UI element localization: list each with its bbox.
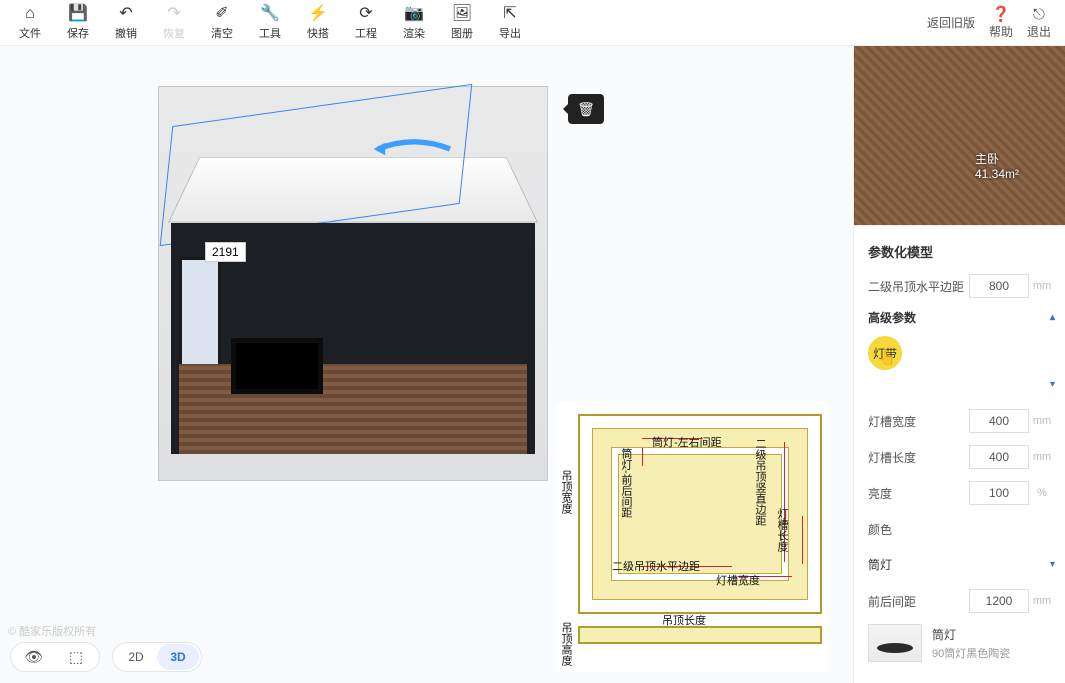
room-name: 主卧 [975,152,999,166]
slot-width-input[interactable] [969,409,1029,433]
dia-label-lr: 筒灯-左右间距 [652,434,722,450]
fb-spacing-input[interactable] [969,589,1029,613]
redo-icon: ↷ [167,5,180,23]
advanced-params-header[interactable]: 高级参数▴ [868,309,1055,326]
exit-button[interactable]: ⎋退出 [1027,6,1051,40]
quickbuild-button[interactable]: ⚡快搭 [294,2,342,44]
slot-length-label: 灯槽长度 [868,449,969,466]
dia-label-fb: 筒灯-前后间距 [618,448,634,518]
watermark: © 酷家乐版权所有 [8,623,96,639]
undo-button[interactable]: ↶撤销 [102,2,150,44]
delete-button[interactable]: 🗑 [568,94,604,124]
album-button[interactable]: 🖼图册 [438,2,486,44]
3d-canvas[interactable]: 2191 🗑 吊顶宽度 筒灯-左右间距 筒灯-前后间距 二级吊顶水平边距 二级吊… [0,46,853,683]
dia-label-width: 吊顶宽度 [558,470,574,514]
home-icon: ⌂ [25,5,35,23]
undo-icon: ↶ [119,5,132,23]
back-old-version-link[interactable]: 返回旧版 [927,14,975,31]
param-hmargin-label: 二级吊顶水平边距 [868,278,969,295]
dia-label-slotw: 灯槽宽度 [716,572,760,588]
ceiling-diagram: 吊顶宽度 筒灯-左右间距 筒灯-前后间距 二级吊顶水平边距 二级吊顶竖直边距 灯… [556,402,828,672]
dimension-label[interactable]: 2191 [205,242,246,262]
downlight-thumb-row[interactable]: 筒灯 90筒灯黑色陶瓷 [868,624,1055,662]
properties-panel: ▢ 主卧41.34m² 参数化模型 二级吊顶水平边距 mm 高级参数▴ 灯带 👆… [853,46,1065,683]
fb-spacing-label: 前后间距 [868,593,969,610]
downlight-dropdown[interactable]: 筒灯▾ [868,550,1055,578]
view-2d-button[interactable]: 2D [115,644,157,670]
project-button[interactable]: ⟳工程 [342,2,390,44]
render-button[interactable]: 📷渲染 [390,2,438,44]
view-controls: 👁 ⬚ 2D 3D [10,641,202,673]
file-button[interactable]: ⌂文件 [6,2,54,44]
eye-icon: 👁 [24,648,43,666]
downlight-thumbnail[interactable] [868,624,922,662]
export-button[interactable]: ⇱导出 [486,2,534,44]
tv [231,338,323,394]
eye-toggle[interactable]: 👁 [13,644,55,670]
view-3d-button[interactable]: 3D [157,644,199,670]
slot-length-input[interactable] [969,445,1029,469]
dia-label-len: 吊顶长度 [662,612,706,628]
chevron-down-icon: ▾ [1050,559,1055,570]
chevron-up-icon: ▴ [1050,312,1055,323]
question-icon: ❓ [992,5,1011,23]
save-button[interactable]: 💾保存 [54,2,102,44]
rotate-arrow-icon [369,137,459,161]
color-label: 颜色 [868,521,1055,538]
thumb-subtitle: 90筒灯黑色陶瓷 [932,645,1010,661]
wrench-icon: 🔧 [260,5,280,23]
ceiling-selection-box[interactable] [160,84,473,246]
floorplan-minimap[interactable]: ▢ 主卧41.34m² [854,46,1065,226]
dia-label-height: 吊顶高度 [558,622,574,666]
dia-label-vmargin: 二级吊顶竖直边距 [752,438,768,526]
thumb-title: 筒灯 [932,626,1010,643]
cube-icon: ⬚ [69,648,83,666]
dia-label-hmargin: 二级吊顶水平边距 [612,558,700,574]
unit-mm: mm [1029,280,1055,292]
help-button[interactable]: ❓帮助 [989,5,1013,40]
trash-icon: 🗑 [577,101,595,118]
slot-width-label: 灯槽宽度 [868,413,969,430]
dia-label-slotlen: 灯槽长度 [774,508,790,552]
export-icon: ⇱ [503,5,516,23]
room-3d-view[interactable] [158,86,548,481]
save-icon: 💾 [68,5,88,23]
panel-title: 参数化模型 [868,242,1055,261]
brightness-input[interactable] [969,481,1029,505]
cube-toggle[interactable]: ⬚ [55,644,97,670]
eraser-icon: ✐ [215,5,228,23]
window [179,257,221,377]
camera-icon: 📷 [404,5,424,23]
lightstrip-badge[interactable]: 灯带 [868,336,902,370]
chevron-down-icon: ▾ [1050,379,1055,390]
refresh-icon: ⟳ [359,5,372,23]
clear-button[interactable]: ✐清空 [198,2,246,44]
param-hmargin-input[interactable] [969,274,1029,298]
redo-button[interactable]: ↷恢复 [150,2,198,44]
image-icon: 🖼 [452,5,472,23]
tools-button[interactable]: 🔧工具 [246,2,294,44]
bolt-icon: ⚡ [308,5,328,23]
exit-icon: ⎋ [1033,6,1045,23]
top-toolbar: ⌂文件 💾保存 ↶撤销 ↷恢复 ✐清空 🔧工具 ⚡快搭 ⟳工程 📷渲染 🖼图册 … [0,0,1065,46]
room-area: 41.34m² [975,167,1019,181]
brightness-label: 亮度 [868,485,969,502]
